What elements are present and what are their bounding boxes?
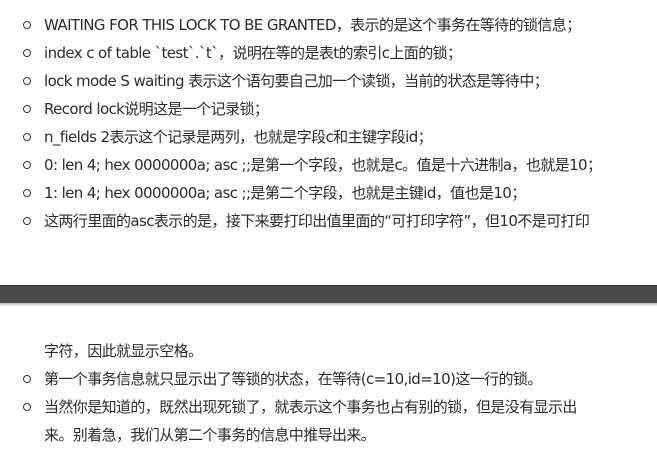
list-item: 第一个事务信息就只显示出了等锁的状态，在等待(c=10,id=10)这一行的锁。 [0,365,657,393]
bullet-icon [23,217,31,225]
list-item-text: lock mode S waiting 表示这个语句要自己加一个读锁，当前的状态… [44,72,549,90]
list-item-text: index c of table `test`.`t`，说明在等的是表t的索引c… [44,44,462,62]
list-item-text: Record lock说明这是一个记录锁； [44,100,269,118]
bullet-icon [23,21,31,29]
list-item-text: n_fields 2表示这个记录是两列，也就是字段c和主键字段id； [44,128,433,146]
bullet-icon [23,403,31,411]
list-item: 1: len 4; hex 0000000a; asc ;;是第二个字段，也就是… [0,179,657,207]
list-item: lock mode S waiting 表示这个语句要自己加一个读锁，当前的状态… [0,67,657,95]
bullet-icon [23,375,31,383]
list-item: 当然你是知道的，既然出现死锁了，就表示这个事务也占有别的锁，但是没有显示出 [0,393,657,421]
list-item-text: 字符，因此就显示空格。 [44,342,203,360]
bullet-list-page-1: WAITING FOR THIS LOCK TO BE GRANTED，表示的是… [0,11,657,235]
list-item: 这两行里面的asc表示的是，接下来要打印出值里面的“可打印字符”，但10不是可打… [0,207,657,235]
list-item-text: 当然你是知道的，既然出现死锁了，就表示这个事务也占有别的锁，但是没有显示出 [44,398,577,416]
bullet-icon [23,105,31,113]
list-item-continuation: 字符，因此就显示空格。 [0,337,657,365]
list-item-continuation: 来。别着急，我们从第二个事务的信息中推导出来。 [0,421,657,449]
list-item: Record lock说明这是一个记录锁； [0,95,657,123]
bullet-icon [23,161,31,169]
list-item: n_fields 2表示这个记录是两列，也就是字段c和主键字段id； [0,123,657,151]
list-item-text: 第一个事务信息就只显示出了等锁的状态，在等待(c=10,id=10)这一行的锁。 [44,370,542,388]
list-item-text: WAITING FOR THIS LOCK TO BE GRANTED，表示的是… [44,16,581,34]
list-item-text: 0: len 4; hex 0000000a; asc ;;是第一个字段，也就是… [44,156,602,174]
list-item-text: 1: len 4; hex 0000000a; asc ;;是第二个字段，也就是… [44,184,526,202]
bullet-icon [23,49,31,57]
list-item: 0: len 4; hex 0000000a; asc ;;是第一个字段，也就是… [0,151,657,179]
bullet-list-page-2: 字符，因此就显示空格。 第一个事务信息就只显示出了等锁的状态，在等待(c=10,… [0,337,657,449]
list-item: WAITING FOR THIS LOCK TO BE GRANTED，表示的是… [0,11,657,39]
page-separator [0,285,657,307]
list-item: index c of table `test`.`t`，说明在等的是表t的索引c… [0,39,657,67]
bullet-icon [23,133,31,141]
bullet-icon [23,77,31,85]
list-item-text: 来。别着急，我们从第二个事务的信息中推导出来。 [44,426,376,444]
list-item-text: 这两行里面的asc表示的是，接下来要打印出值里面的“可打印字符”，但10不是可打… [44,212,590,230]
bullet-icon [23,189,31,197]
